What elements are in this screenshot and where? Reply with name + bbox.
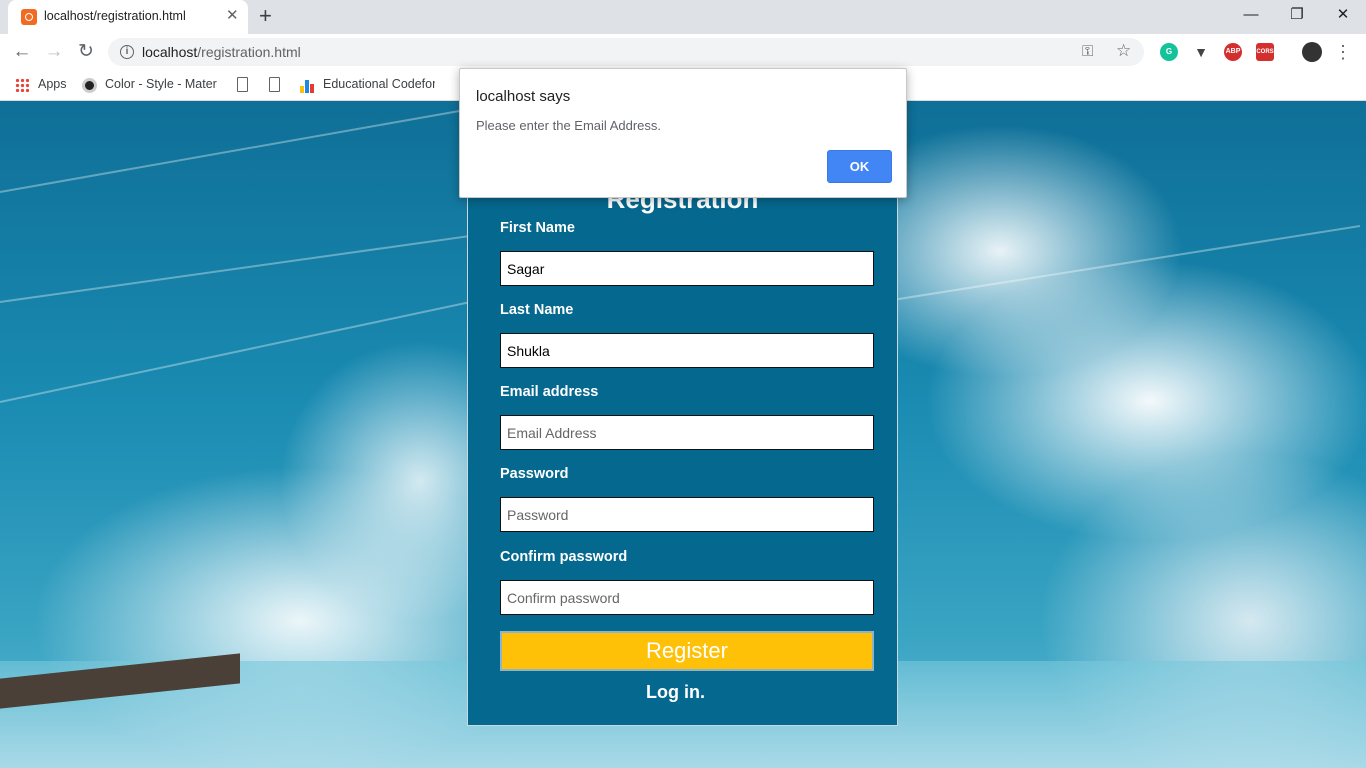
key-icon[interactable]: ⚿ (1082, 43, 1093, 60)
menu-dots-icon[interactable]: ⋮ (1334, 40, 1352, 64)
bookmark-star-icon[interactable]: ☆ (1116, 41, 1131, 61)
light-streak (879, 224, 1361, 303)
email-input[interactable] (500, 415, 874, 450)
cors-extension-icon[interactable]: CORS (1256, 43, 1274, 61)
confirm-password-label: Confirm password (500, 549, 628, 565)
bookmark-apps[interactable]: Apps (38, 77, 67, 91)
minimize-window-button[interactable]: — (1228, 4, 1274, 28)
email-label: Email address (500, 384, 599, 400)
maximize-window-button[interactable]: ❐ (1274, 4, 1320, 28)
tab-title: localhost/registration.html (44, 9, 186, 23)
first-name-label: First Name (500, 220, 575, 236)
password-input[interactable] (500, 497, 874, 532)
back-arrow-icon[interactable]: ← (10, 40, 34, 64)
grammarly-extension-icon[interactable]: G (1160, 43, 1178, 61)
new-tab-button[interactable]: + (259, 4, 272, 28)
forward-arrow-icon[interactable]: → (42, 40, 66, 64)
alert-ok-button[interactable]: OK (827, 150, 892, 183)
address-bar[interactable]: i localhost/registration.html ⚿ ☆ (108, 38, 1144, 66)
alert-title: localhost says (476, 88, 571, 105)
close-window-button[interactable]: ✕ (1320, 4, 1366, 28)
bookmark-codeforces[interactable]: Educational Codeforc (323, 77, 435, 91)
url-path: /registration.html (197, 44, 301, 60)
registration-form: Registration First Name Last Name Email … (467, 184, 898, 726)
first-name-input[interactable] (500, 251, 874, 286)
reload-icon[interactable]: ↻ (74, 40, 98, 64)
last-name-label: Last Name (500, 302, 574, 318)
url-host: localhost (142, 44, 198, 60)
browser-tab[interactable]: localhost/registration.html ✕ (8, 0, 248, 34)
github-icon (82, 78, 97, 93)
apps-grid-icon[interactable] (15, 78, 29, 92)
last-name-input[interactable] (500, 333, 874, 368)
codeforces-icon (300, 79, 315, 93)
page-background: Registration First Name Last Name Email … (0, 101, 1366, 768)
browser-toolbar: ← → ↻ i localhost/registration.html ⚿ ☆ … (0, 34, 1366, 70)
adblock-plus-extension-icon[interactable]: ABP (1224, 43, 1242, 61)
site-info-icon[interactable]: i (120, 45, 134, 59)
bookmark-color-style[interactable]: Color - Style - Materi (105, 77, 217, 91)
close-tab-icon[interactable]: ✕ (226, 6, 239, 26)
register-button[interactable]: Register (500, 631, 874, 671)
xampp-favicon-icon (21, 9, 37, 25)
confirm-password-input[interactable] (500, 580, 874, 615)
login-link[interactable]: Log in. (646, 682, 705, 703)
tab-strip: localhost/registration.html ✕ + — ❐ ✕ (0, 0, 1366, 34)
alert-message: Please enter the Email Address. (476, 118, 661, 133)
vpn-extension-icon[interactable]: ▼ (1192, 43, 1210, 61)
document-bookmark-icon[interactable] (269, 77, 280, 92)
document-bookmark-icon[interactable] (237, 77, 248, 92)
profile-avatar[interactable] (1302, 42, 1322, 62)
password-label: Password (500, 466, 569, 482)
alert-dialog: localhost says Please enter the Email Ad… (459, 68, 907, 198)
url-text[interactable]: localhost/registration.html (142, 44, 301, 60)
